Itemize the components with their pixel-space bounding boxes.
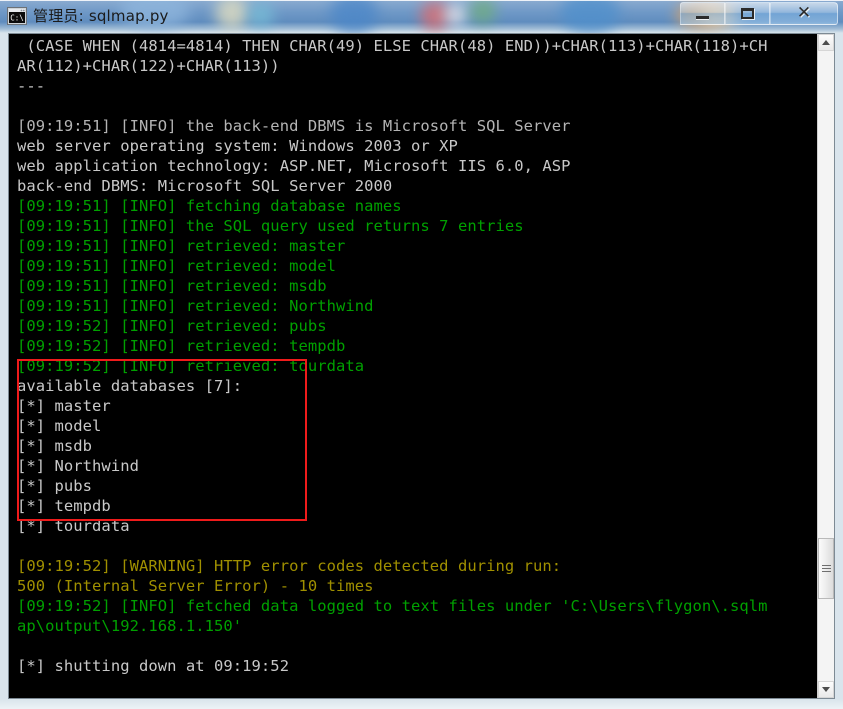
console-line: available databases [7]:	[17, 377, 243, 395]
maximize-icon	[741, 8, 754, 19]
console-line: AR(112)+CHAR(122)+CHAR(113))	[17, 57, 280, 75]
scroll-down-arrow-icon	[822, 687, 830, 692]
console-line: back-end DBMS: Microsoft SQL Server 2000	[17, 177, 393, 195]
console-line: [*] tourdata	[17, 517, 130, 535]
console-client-area: (CASE WHEN (4814=4814) THEN CHAR(49) ELS…	[8, 33, 835, 699]
console-line: [09:19:52] [INFO] retrieved: tempdb	[17, 337, 346, 355]
scroll-up-arrow-icon	[822, 40, 830, 45]
console-line: [*] pubs	[17, 477, 93, 495]
scrollbar-thumb[interactable]	[818, 538, 834, 599]
console-line: [09:19:51] [INFO] the SQL query used ret…	[17, 217, 524, 235]
scroll-up-button[interactable]	[818, 34, 834, 51]
close-icon: ✕	[796, 3, 812, 23]
maximize-button[interactable]	[725, 2, 770, 25]
console-line: [*] msdb	[17, 437, 93, 455]
console-line: [09:19:51] [INFO] the back-end DBMS is M…	[17, 117, 571, 135]
console-line: ---	[17, 77, 46, 95]
console-line: [09:19:51] [INFO] retrieved: msdb	[17, 277, 327, 295]
console-line: ap\output\192.168.1.150'	[17, 617, 243, 635]
console-line: [09:19:51] [INFO] retrieved: model	[17, 257, 336, 275]
console-line: [*] master	[17, 397, 111, 415]
console-line: [*] shutting down at 09:19:52	[17, 657, 290, 675]
console-line: [*] tempdb	[17, 497, 111, 515]
console-window: C:\ 管理员: sqlmap.py ✕ (CASE WHEN (4814=48…	[0, 0, 843, 709]
console-line: [09:19:52] [INFO] fetched data logged to…	[17, 597, 768, 615]
scrollbar-track[interactable]	[818, 51, 834, 681]
console-line: [*] Northwind	[17, 457, 139, 475]
window-title: 管理员: sqlmap.py	[33, 7, 169, 25]
close-button[interactable]: ✕	[770, 2, 838, 25]
svg-text:C:\: C:\	[10, 13, 24, 22]
console-text-lines: (CASE WHEN (4814=4814) THEN CHAR(49) ELS…	[17, 36, 768, 676]
console-line: [09:19:51] [INFO] retrieved: Northwind	[17, 297, 374, 315]
console-line: [09:19:51] [INFO] fetching database name…	[17, 197, 402, 215]
window-controls: ✕	[680, 2, 838, 25]
console-line: 500 (Internal Server Error) - 10 times	[17, 577, 374, 595]
console-line: (CASE WHEN (4814=4814) THEN CHAR(49) ELS…	[17, 37, 768, 55]
scroll-down-button[interactable]	[818, 681, 834, 698]
console-line: web server operating system: Windows 200…	[17, 137, 458, 155]
console-line: [*] model	[17, 417, 102, 435]
minimize-button[interactable]	[680, 2, 725, 25]
vertical-scrollbar[interactable]	[817, 34, 834, 698]
console-line: [09:19:52] [INFO] retrieved: pubs	[17, 317, 327, 335]
console-line: [09:19:52] [WARNING] HTTP error codes de…	[17, 557, 562, 575]
console-line: [09:19:52] [INFO] retrieved: tourdata	[17, 357, 365, 375]
console-line: web application technology: ASP.NET, Mic…	[17, 157, 571, 175]
console-line: [09:19:51] [INFO] retrieved: master	[17, 237, 346, 255]
title-bar[interactable]: C:\ 管理员: sqlmap.py ✕	[0, 0, 843, 33]
scrollbar-grip-icon	[821, 563, 831, 574]
console-window-icon: C:\	[7, 7, 27, 25]
console-output-surface[interactable]: (CASE WHEN (4814=4814) THEN CHAR(49) ELS…	[9, 34, 819, 698]
minimize-icon	[696, 15, 709, 19]
